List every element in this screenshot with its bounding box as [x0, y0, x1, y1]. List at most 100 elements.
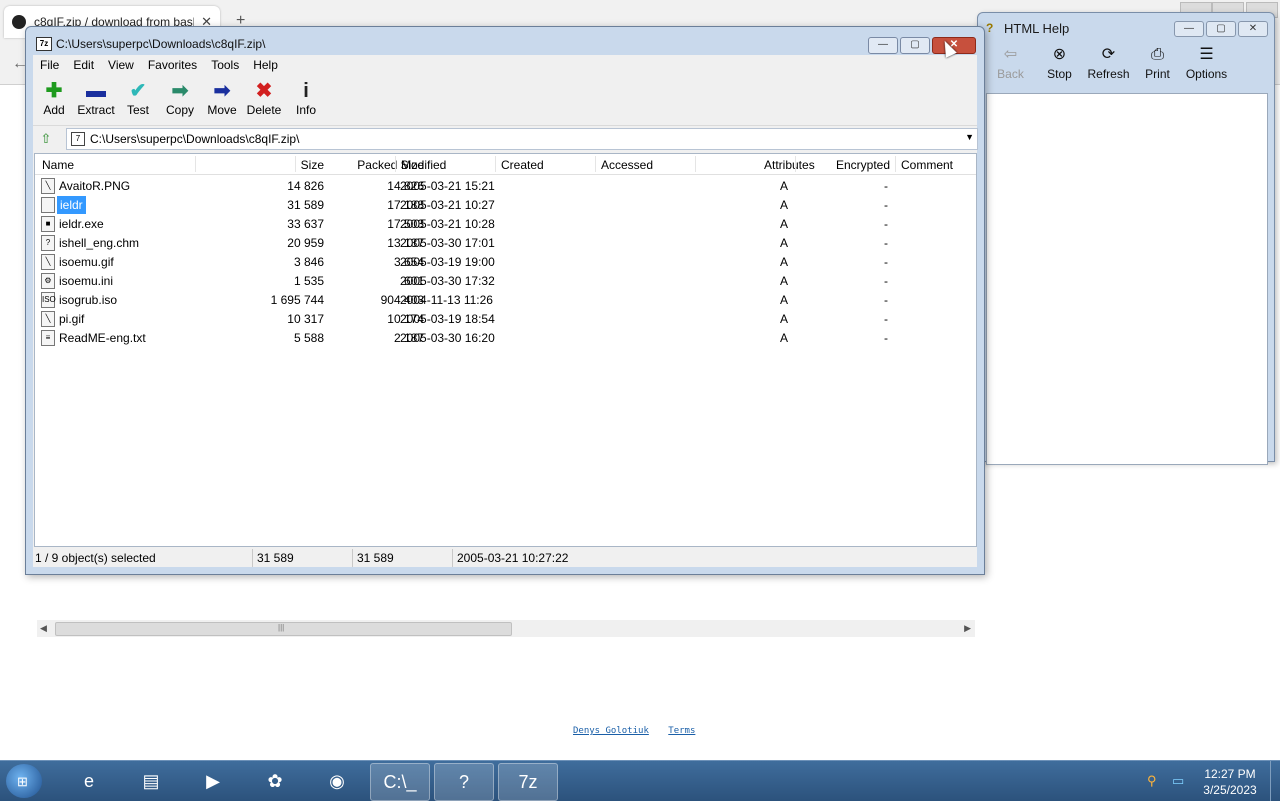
taskbar-7zip[interactable]: 7z — [498, 763, 558, 801]
help-toolbar-label: Print — [1145, 67, 1170, 81]
taskbar-clock[interactable]: 12:27 PM 3/25/2023 — [1195, 766, 1265, 798]
7zip-icon: 7z — [518, 772, 538, 792]
file-size: 20 959 — [287, 236, 324, 250]
help-toolbar-label: Stop — [1047, 67, 1072, 81]
taskbar-cmd[interactable]: C:\_ — [370, 763, 430, 801]
file-modified: 2005-03-21 15:21 — [400, 179, 495, 193]
help-refresh-button[interactable]: ⟳ Refresh — [1084, 45, 1133, 93]
file-modified: 2005-03-21 10:27 — [400, 198, 495, 212]
taskbar-app-orange[interactable]: ✿ — [246, 763, 304, 799]
info-button[interactable]: i Info — [285, 75, 327, 125]
help-options-button[interactable]: ☰ Options — [1182, 45, 1231, 93]
copy-button[interactable]: ➡ Copy — [159, 75, 201, 125]
file-size: 33 637 — [287, 217, 324, 231]
table-row[interactable]: ╲ pi.gif 10 317 10 174 2005-03-19 18:54 A - — [35, 309, 976, 328]
table-row[interactable]: ╲ AvaitoR.PNG 14 826 14 826 2005-03-21 15:21… — [35, 176, 976, 195]
scroll-left-icon[interactable]: ◀ — [40, 623, 47, 634]
file-attributes: A — [780, 312, 789, 326]
column-header-comment[interactable]: Comment — [901, 158, 953, 172]
scroll-right-icon[interactable]: ▶ — [964, 623, 971, 634]
options-icon: ☰ — [1199, 46, 1214, 63]
status-bar: 1 / 9 object(s) selected 31 589 31 589 2… — [33, 549, 977, 567]
taskbar: ⊞ e ▤ ▶ ✿ ◉ C:\_? 7z ⚲ ▭ 12:27 PM 3/25/2023 — [0, 760, 1280, 801]
menu-help[interactable]: Help — [246, 55, 285, 75]
file-size: 10 317 — [287, 312, 324, 326]
help-icon: ? — [458, 772, 469, 792]
tray-search-icon[interactable]: ⚲ — [1147, 773, 1157, 789]
7zip-window-controls: — ▢ ✕ — [868, 37, 976, 54]
menu-tools[interactable]: Tools — [204, 55, 246, 75]
file-encrypted: - — [884, 179, 888, 193]
7zip-title-icon: 7z — [36, 37, 52, 51]
tray-network-icon[interactable]: ▭ — [1172, 773, 1184, 789]
command-prompt-icon: C:\_ — [383, 772, 417, 792]
file-modified: 2005-03-30 17:32 — [400, 274, 495, 288]
file-rows: ╲ AvaitoR.PNG 14 826 14 826 2005-03-21 15:21… — [35, 176, 976, 347]
table-row[interactable]: ? ishell_eng.chm 20 959 13 137 2005-03-30 17… — [35, 233, 976, 252]
column-header-encrypted[interactable]: Encrypted — [836, 158, 890, 172]
minimize-button[interactable]: — — [868, 37, 898, 54]
taskbar-internet-explorer[interactable]: e — [60, 763, 118, 799]
table-row[interactable]: ⚙ isoemu.ini 1 535 601 2005-03-30 17:32 A - — [35, 271, 976, 290]
toolbar-label: Extract — [77, 103, 115, 117]
footer-link-terms[interactable]: Terms — [668, 726, 695, 736]
footer-link-author[interactable]: Denys Golotiuk — [573, 726, 649, 736]
scrollbar-thumb[interactable]: ||| — [55, 622, 512, 636]
test-button[interactable]: ✔ Test — [117, 75, 159, 125]
help-close-button[interactable]: ✕ — [1238, 21, 1268, 37]
toolbar-label: Add — [43, 103, 65, 117]
taskbar-html-help[interactable]: ? — [434, 763, 494, 801]
file-modified: 2005-03-19 19:00 — [400, 255, 495, 269]
taskbar-media-player[interactable]: ▶ — [184, 763, 242, 799]
menu-edit[interactable]: Edit — [66, 55, 101, 75]
help-print-button[interactable]: ⎙ Print — [1133, 45, 1182, 93]
file-size: 1 535 — [293, 274, 324, 288]
menu-file[interactable]: File — [33, 55, 66, 75]
clock-time: 12:27 PM — [1204, 767, 1256, 781]
show-desktop-button[interactable] — [1270, 761, 1280, 801]
help-back-button[interactable]: ⇦ Back — [986, 45, 1035, 93]
horizontal-scrollbar[interactable]: ◀ ||| ▶ — [37, 620, 975, 637]
table-row[interactable]: ■ ieldr.exe 33 637 17 503 2005-03-21 10:28 A - — [35, 214, 976, 233]
7zip-titlebar[interactable]: 7z C:\Users\superpc\Downloads\c8qIF.zip\… — [26, 27, 984, 57]
menu-favorites[interactable]: Favorites — [141, 55, 204, 75]
column-header-name[interactable]: Name — [42, 158, 74, 172]
tab-favicon-icon — [12, 15, 26, 29]
copy-icon: ➡ — [171, 80, 189, 102]
html-help-window: ? HTML Help — ▢ ✕ ⇦ Back ⊗ Stop ⟳ Refresh ⎙ Pri… — [977, 12, 1275, 465]
table-row[interactable]: ISO isogrub.iso 1 695 744 904 403 2004-11-13… — [35, 290, 976, 309]
table-row[interactable]: ieldr 31 589 17 188 2005-03-21 10:27 A - — [35, 195, 976, 214]
print-icon: ⎙ — [1151, 46, 1164, 63]
file-size: 31 589 — [287, 198, 324, 212]
help-maximize-button[interactable]: ▢ — [1206, 21, 1236, 37]
table-row[interactable]: ≡ ReadME-eng.txt 5 588 2 187 2005-03-30 16:2… — [35, 328, 976, 347]
add-button[interactable]: ✚ Add — [33, 75, 75, 125]
delete-button[interactable]: ✖ Delete — [243, 75, 285, 125]
address-combobox[interactable]: 7 C:\Users\superpc\Downloads\c8qIF.zip\ … — [66, 128, 978, 150]
file-modified: 2005-03-19 18:54 — [400, 312, 495, 326]
up-folder-icon[interactable]: ⇧ — [37, 130, 55, 148]
move-button[interactable]: ➡ Move — [201, 75, 243, 125]
help-content-pane — [986, 93, 1268, 465]
help-minimize-button[interactable]: — — [1174, 21, 1204, 37]
status-size: 31 589 — [257, 551, 294, 565]
chevron-down-icon[interactable]: ▼ — [965, 132, 974, 142]
help-toolbar-label: Refresh — [1087, 67, 1130, 81]
file-list[interactable]: Name Size Packed Size Modified Created A… — [34, 153, 977, 637]
taskbar-firefox[interactable]: ◉ — [308, 763, 366, 799]
extract-button[interactable]: ▬ Extract — [75, 75, 117, 125]
help-stop-button[interactable]: ⊗ Stop — [1035, 45, 1084, 93]
column-header-created[interactable]: Created — [501, 158, 544, 172]
status-separator — [252, 549, 253, 567]
column-header-modified[interactable]: Modified — [401, 158, 446, 172]
start-button[interactable]: ⊞ — [6, 764, 42, 798]
column-header-attributes[interactable]: Attributes — [764, 158, 815, 172]
clock-date: 3/25/2023 — [1203, 783, 1257, 797]
column-header-accessed[interactable]: Accessed — [601, 158, 653, 172]
menu-view[interactable]: View — [101, 55, 141, 75]
taskbar-file-explorer[interactable]: ▤ — [122, 763, 180, 799]
column-header-size[interactable]: Size — [301, 158, 324, 172]
table-row[interactable]: ╲ isoemu.gif 3 846 3 654 2005-03-19 19:00 A - — [35, 252, 976, 271]
maximize-button[interactable]: ▢ — [900, 37, 930, 54]
toolbar-label: Move — [207, 103, 237, 117]
